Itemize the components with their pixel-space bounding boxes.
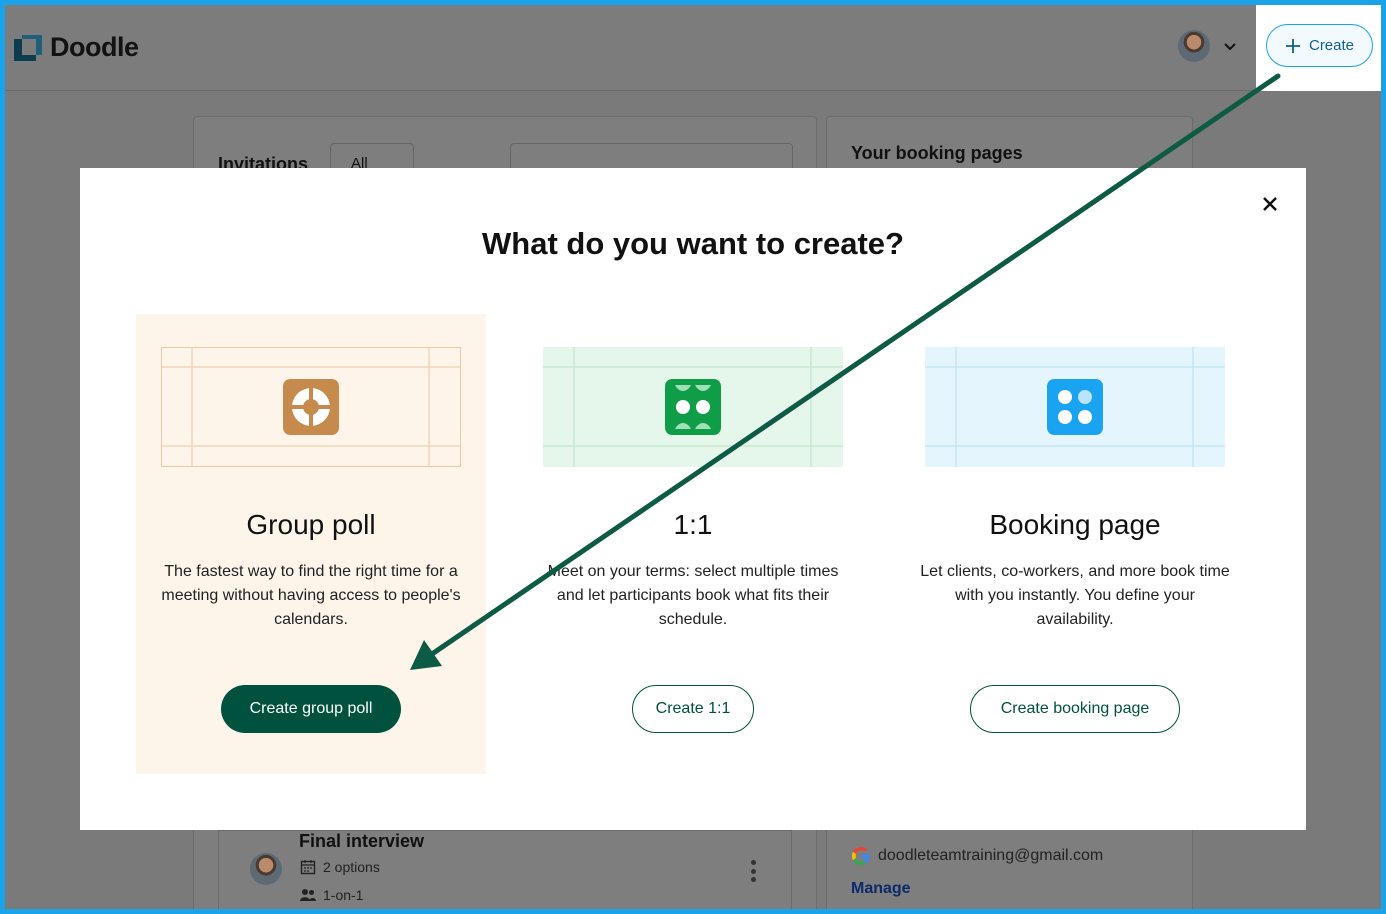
close-icon[interactable] [1260,194,1280,214]
one-on-one-description: Meet on your terms: select multiple time… [547,563,839,628]
event-kind-text: 1-on-1 [323,887,364,903]
google-icon [852,847,870,865]
create-one-on-one-button[interactable]: Create 1:1 [632,685,754,733]
logo-text: Doodle [50,32,139,62]
create-modal: What do you want to create? Group poll T… [80,168,1306,830]
event-organizer-avatar [250,853,282,885]
booking-page-option[interactable]: Booking page Let clients, co-workers, an… [900,314,1250,774]
event-options: 2 options [300,859,380,875]
poll-icon [283,379,339,435]
account-email: doodleteamtraining@gmail.com [878,847,1104,864]
group-poll-description: The fastest way to find the right time f… [161,563,461,628]
booking-page-illustration [925,347,1225,467]
event-kind: 1-on-1 [300,887,363,903]
people-icon [300,889,316,901]
group-poll-illustration [161,347,461,467]
group-poll-option[interactable]: Group poll The fastest way to find the r… [136,314,486,774]
booking-page-icon [1047,379,1103,435]
booking-page-title: Booking page [989,509,1161,540]
connected-account: doodleteamtraining@gmail.com [850,845,1103,867]
one-on-one-icon [665,379,721,435]
user-avatar[interactable] [1178,30,1210,62]
create-group-poll-button[interactable]: Create group poll [221,685,401,733]
one-on-one-option[interactable]: 1:1 Meet on your terms: select multiple … [518,314,868,774]
doodle-logo-mark-icon [14,34,42,61]
booking-page-description: Let clients, co-workers, and more book t… [920,563,1230,628]
create-booking-page-button[interactable]: Create booking page [970,685,1180,733]
create-button-label: Create [1308,37,1355,54]
event-options-text: 2 options [323,859,380,875]
doodle-logo[interactable]: Doodle [14,32,139,63]
top-navigation-bar: Doodle [0,0,1386,91]
one-on-one-title: 1:1 [673,509,713,540]
chevron-down-icon[interactable] [1222,38,1238,54]
booking-pages-heading: Your booking pages [851,143,1023,163]
manage-link[interactable]: Manage [851,880,911,898]
modal-title: What do you want to create? [482,226,904,261]
group-poll-title: Group poll [246,509,376,540]
one-on-one-illustration [543,347,843,467]
plus-icon [1285,38,1300,53]
calendar-icon [300,860,316,875]
create-button[interactable]: Create [1266,24,1373,67]
kebab-icon[interactable] [749,860,757,882]
event-title[interactable]: Final interview [299,831,424,852]
